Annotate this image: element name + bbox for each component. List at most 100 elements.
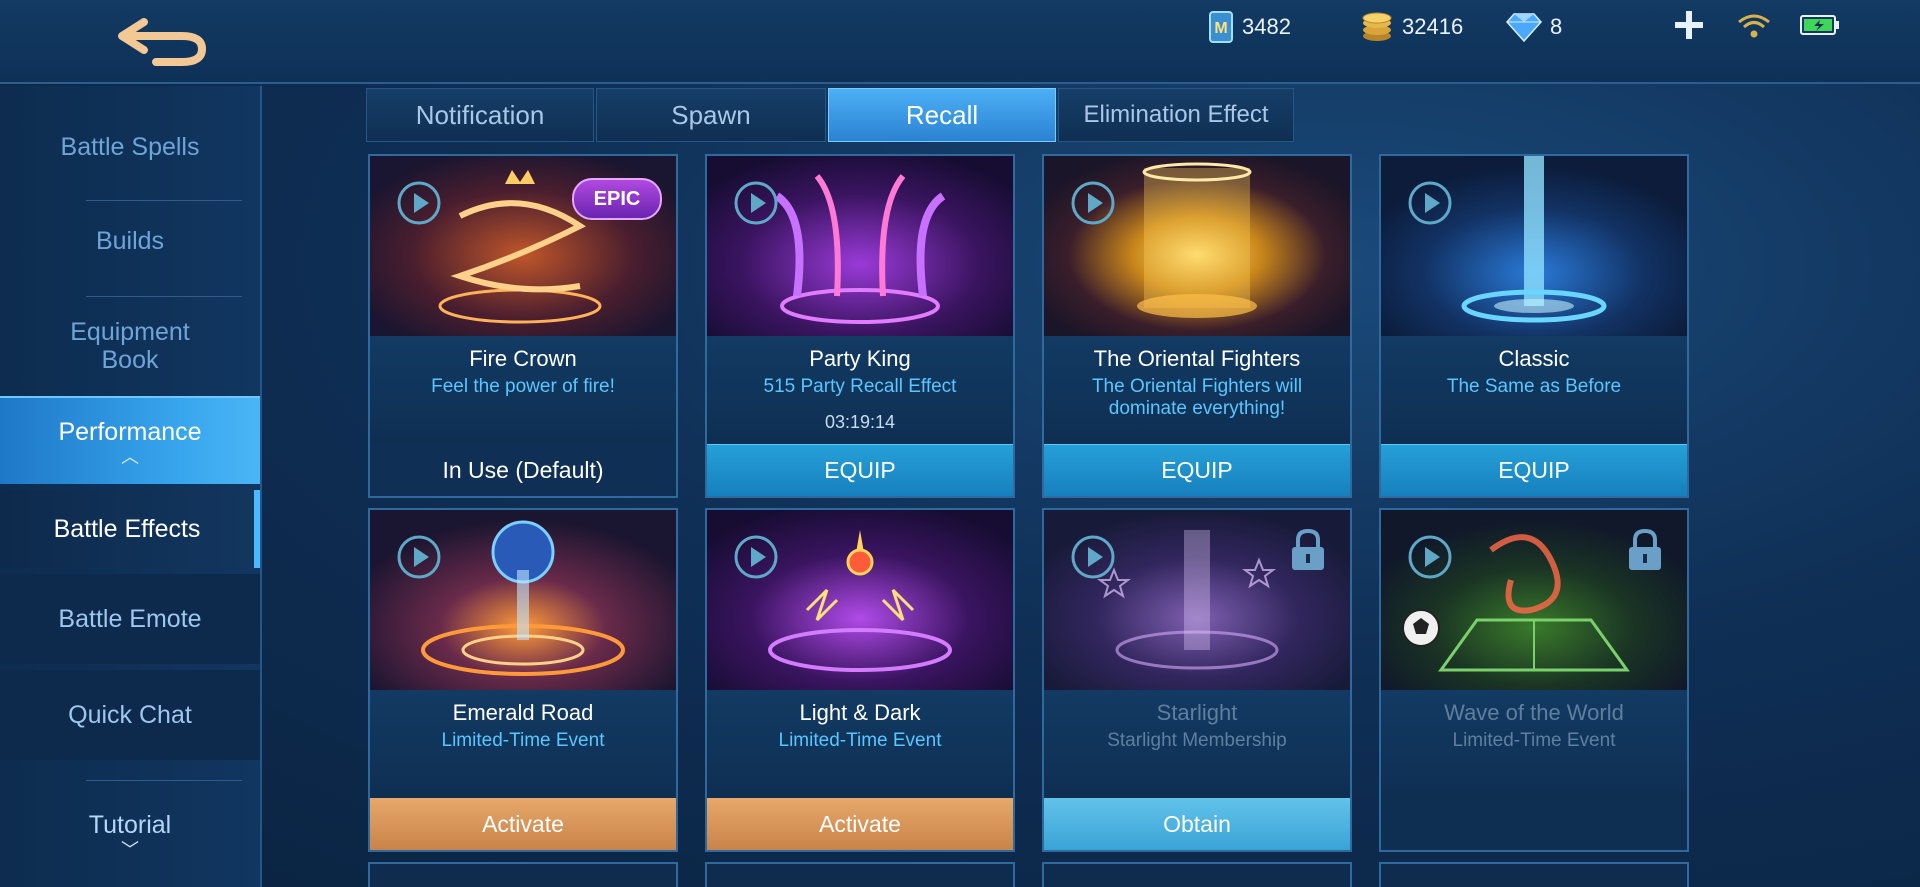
sidebar-item-builds[interactable]: Builds (0, 216, 260, 266)
equip-button[interactable]: EQUIP (1381, 444, 1687, 496)
recall-card-wave-of-the-world[interactable]: Wave of the World Limited-Time Event (1379, 508, 1689, 852)
play-icon[interactable] (1070, 180, 1116, 226)
card-info: Fire Crown Feel the power of fire! (370, 336, 676, 436)
recall-card-partial[interactable] (1379, 862, 1689, 887)
sidebar-item-performance[interactable]: Performance ︿ (0, 396, 260, 484)
button-label: EQUIP (824, 457, 896, 483)
sidebar-item-label: Battle Spells (60, 133, 200, 161)
currency-diamonds[interactable]: 8 (1495, 8, 1649, 46)
card-title: The Oriental Fighters (1093, 346, 1301, 371)
recall-card-partial[interactable] (1042, 862, 1352, 887)
chevron-up-icon: ︿ (121, 447, 139, 467)
chevron-down-icon: ﹀ (121, 840, 139, 860)
card-subtitle: Feel the power of fire! (431, 376, 615, 397)
recall-card-light-dark[interactable]: Light & Dark Limited-Time Event Activate (705, 508, 1015, 852)
tab-label: Recall (905, 99, 979, 130)
play-icon[interactable] (1070, 534, 1116, 580)
card-subtitle: Limited-Time Event (1452, 730, 1616, 751)
card-title: Party King (809, 346, 911, 371)
recall-card-classic[interactable]: Classic The Same as Before EQUIP (1379, 154, 1689, 498)
play-icon[interactable] (733, 534, 779, 580)
effect-preview: EPIC (370, 156, 676, 336)
card-info: Starlight Starlight Membership (1044, 690, 1350, 790)
sidebar-item-quick-chat[interactable]: Quick Chat (0, 670, 260, 760)
recall-card-emerald-road[interactable]: Emerald Road Limited-Time Event Activate (368, 508, 678, 852)
recall-card-starlight[interactable]: Starlight Starlight Membership Obtain (1042, 508, 1352, 852)
badge-label: EPIC (593, 187, 641, 210)
svg-text:M: M (1214, 20, 1227, 37)
tab-label: Notification (415, 99, 545, 130)
battery-icon (1800, 15, 1839, 35)
play-icon[interactable] (733, 180, 779, 226)
card-subtitle: Starlight Membership (1107, 730, 1287, 751)
button-label: In Use (Default) (442, 456, 604, 483)
in-use-label: In Use (Default) (370, 444, 676, 496)
card-title: Wave of the World (1444, 700, 1624, 725)
sidebar-item-label: Battle Emote (58, 605, 202, 633)
tab-recall[interactable]: Recall (828, 88, 1056, 142)
back-button[interactable] (112, 10, 212, 74)
card-subtitle: Limited-Time Event (441, 730, 605, 751)
card-title: Starlight (1156, 700, 1238, 725)
sidebar-item-battle-emote[interactable]: Battle Emote (0, 574, 260, 664)
recall-card-partial[interactable] (368, 862, 678, 887)
effect-preview (707, 156, 1013, 336)
recall-card-oriental-fighters[interactable]: The Oriental Fighters The Oriental Fight… (1042, 154, 1352, 498)
timer: 03:19:14 (824, 412, 896, 432)
currency-gold[interactable]: 32416 (1349, 8, 1503, 46)
tab-label: Elimination Effect (1083, 101, 1269, 128)
play-icon[interactable] (396, 180, 442, 226)
sidebar-item-battle-effects[interactable]: Battle Effects (0, 490, 260, 568)
diamond-count: 8 (1550, 14, 1563, 39)
button-label: Obtain (1163, 810, 1231, 837)
effect-tabs: Notification Spawn Recall Elimination Ef… (366, 88, 1294, 142)
recall-card-party-king[interactable]: Party King 515 Party Recall Effect 03:19… (705, 154, 1015, 498)
sidebar-item-label: Battle Effects (53, 515, 201, 543)
tab-notification[interactable]: Notification (366, 88, 594, 142)
card-title: Light & Dark (799, 700, 921, 725)
equip-button[interactable]: EQUIP (707, 444, 1013, 496)
gold-count: 32416 (1402, 14, 1464, 39)
card-title: Emerald Road (452, 700, 594, 725)
effect-preview (1381, 510, 1687, 690)
wifi-icon (1738, 14, 1770, 38)
card-subtitle: The Same as Before (1446, 376, 1622, 397)
card-info: Party King 515 Party Recall Effect 03:19… (707, 336, 1013, 436)
effect-preview (370, 510, 676, 690)
tab-spawn[interactable]: Spawn (596, 88, 826, 142)
effect-preview (1381, 156, 1687, 336)
obtain-button[interactable]: Obtain (1044, 798, 1350, 850)
divider (86, 200, 242, 201)
play-icon[interactable] (1407, 180, 1453, 226)
sidebar-item-label: Builds (95, 227, 165, 255)
card-subtitle: The Oriental Fighters will dominate ever… (1091, 376, 1303, 419)
play-icon[interactable] (396, 534, 442, 580)
lock-icon (1292, 528, 1324, 570)
sidebar-item-battle-spells[interactable]: Battle Spells (0, 122, 260, 172)
empty-button-area (1381, 798, 1687, 850)
play-icon[interactable] (1407, 534, 1453, 580)
activate-button[interactable]: Activate (707, 798, 1013, 850)
gold-coin-icon (1362, 12, 1392, 41)
m-ticket-icon: M (1209, 11, 1233, 43)
recall-card-fire-crown[interactable]: EPIC Fire Crown Feel the power of fire! … (368, 154, 678, 498)
button-label: EQUIP (1161, 457, 1233, 483)
sidebar-item-label: Performance (58, 418, 202, 446)
top-bar: M 3482 32416 8 (0, 0, 1920, 84)
activate-button[interactable]: Activate (370, 798, 676, 850)
effect-preview (1044, 156, 1350, 336)
card-subtitle: 515 Party Recall Effect (763, 376, 957, 397)
effect-preview (1044, 510, 1350, 690)
recall-card-partial[interactable] (705, 862, 1015, 887)
sidebar-item-tutorial[interactable]: Tutorial ﹀ (0, 794, 260, 874)
lock-icon (1629, 528, 1661, 570)
card-info: Wave of the World Limited-Time Event (1381, 690, 1687, 790)
tab-elimination-effect[interactable]: Elimination Effect (1058, 88, 1294, 142)
epic-badge: EPIC (572, 178, 662, 220)
currency-m-tickets[interactable]: M 3482 (1193, 8, 1357, 46)
sidebar-item-equipment-book[interactable]: Equipment Book (0, 306, 260, 386)
equip-button[interactable]: EQUIP (1044, 444, 1350, 496)
divider (86, 780, 242, 781)
plus-icon[interactable] (1672, 8, 1706, 42)
card-info: Light & Dark Limited-Time Event (707, 690, 1013, 790)
